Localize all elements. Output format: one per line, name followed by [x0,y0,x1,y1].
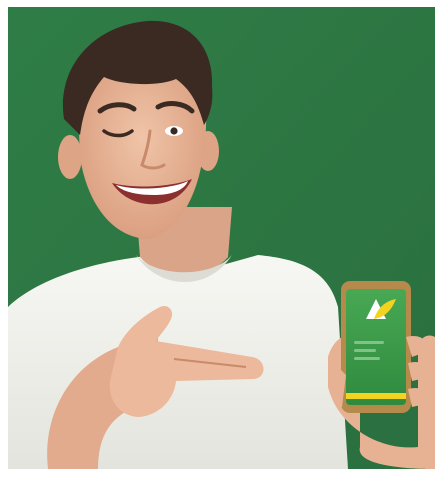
left-ear [58,135,82,179]
screen-bottom-bar [346,393,406,399]
image-frame [0,0,443,477]
photo-illustration [8,7,435,469]
right-eye-pupil [170,127,178,135]
photo [8,7,435,469]
screen-content-line-1 [354,341,384,344]
screen-content-line-2 [354,349,376,352]
screen-content-line-3 [354,357,380,360]
